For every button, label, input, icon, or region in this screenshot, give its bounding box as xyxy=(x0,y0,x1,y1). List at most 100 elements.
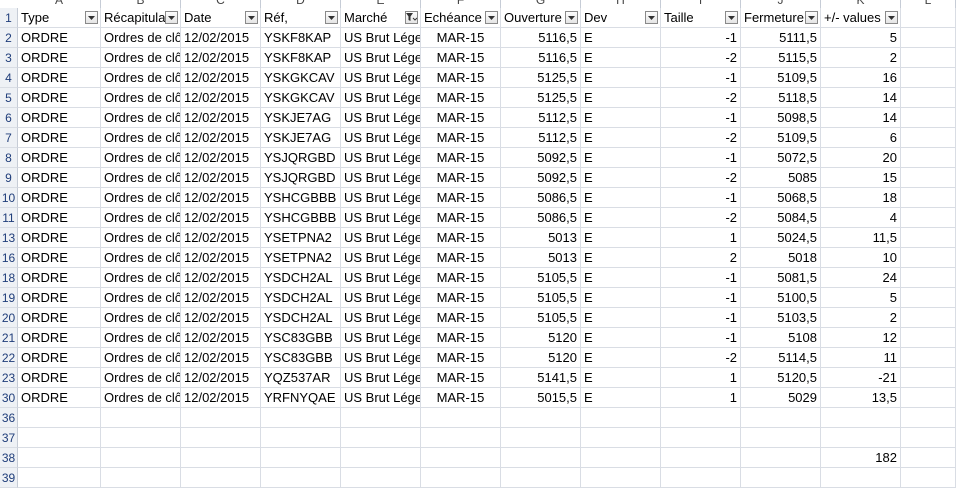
row-number[interactable]: 37 xyxy=(0,428,18,448)
cell-k[interactable]: 18 xyxy=(821,188,901,208)
cell-b[interactable]: Ordres de clôture xyxy=(101,308,181,328)
cell-h[interactable]: E xyxy=(581,248,661,268)
cell-k[interactable]: -21 xyxy=(821,368,901,388)
cell-k[interactable]: 2 xyxy=(821,308,901,328)
row-number[interactable]: 1 xyxy=(0,8,18,28)
cell-d[interactable]: YSDCH2AL xyxy=(261,308,341,328)
cell-l[interactable] xyxy=(901,88,956,108)
cell-h[interactable]: E xyxy=(581,68,661,88)
filter-dropdown-icon[interactable] xyxy=(885,11,898,24)
cell-i[interactable]: -2 xyxy=(661,208,741,228)
cell-h[interactable] xyxy=(581,468,661,488)
cell-a[interactable]: ORDRE xyxy=(18,48,101,68)
cell-a[interactable]: ORDRE xyxy=(18,28,101,48)
filter-dropdown-icon[interactable] xyxy=(325,11,338,24)
cell-d[interactable] xyxy=(261,448,341,468)
cell-e[interactable]: US Brut Léger xyxy=(341,108,421,128)
cell-l[interactable] xyxy=(901,148,956,168)
row-number[interactable]: 2 xyxy=(0,28,18,48)
cell-b[interactable]: Ordres de clôture xyxy=(101,168,181,188)
cell-k[interactable]: 4 xyxy=(821,208,901,228)
cell-h[interactable]: E xyxy=(581,348,661,368)
cell-j[interactable]: 5120,5 xyxy=(741,368,821,388)
header-cell-b[interactable]: Récapitulatif xyxy=(101,8,181,28)
cell-d[interactable]: YSJQRGBD xyxy=(261,148,341,168)
cell-g[interactable] xyxy=(501,428,581,448)
cell-c[interactable]: 12/02/2015 xyxy=(181,348,261,368)
cell-j[interactable]: 5103,5 xyxy=(741,308,821,328)
cell-a[interactable]: ORDRE xyxy=(18,388,101,408)
filter-dropdown-icon[interactable] xyxy=(645,11,658,24)
cell-b[interactable] xyxy=(101,408,181,428)
cell-b[interactable]: Ordres de clôture xyxy=(101,128,181,148)
cell-j[interactable]: 5085 xyxy=(741,168,821,188)
cell-d[interactable]: YSHCGBBB xyxy=(261,208,341,228)
cell-g[interactable]: 5120 xyxy=(501,348,581,368)
cell-g[interactable]: 5112,5 xyxy=(501,108,581,128)
cell-e[interactable]: US Brut Léger xyxy=(341,188,421,208)
header-cell-i[interactable]: Taille xyxy=(661,8,741,28)
row-number[interactable]: 38 xyxy=(0,448,18,468)
cell-a[interactable]: ORDRE xyxy=(18,88,101,108)
cell-h[interactable] xyxy=(581,448,661,468)
cell-f[interactable]: MAR-15 xyxy=(421,308,501,328)
cell-d[interactable]: YSJQRGBD xyxy=(261,168,341,188)
cell-i[interactable] xyxy=(661,408,741,428)
cell-f[interactable]: MAR-15 xyxy=(421,288,501,308)
cell-c[interactable]: 12/02/2015 xyxy=(181,108,261,128)
cell-h[interactable]: E xyxy=(581,48,661,68)
cell-j[interactable]: 5108 xyxy=(741,328,821,348)
row-number[interactable]: 21 xyxy=(0,328,18,348)
cell-g[interactable] xyxy=(501,448,581,468)
cell-l[interactable] xyxy=(901,228,956,248)
cell-l[interactable] xyxy=(901,348,956,368)
cell-f[interactable] xyxy=(421,448,501,468)
cell-a[interactable]: ORDRE xyxy=(18,268,101,288)
cell-e[interactable]: US Brut Léger xyxy=(341,48,421,68)
cell-l[interactable] xyxy=(901,108,956,128)
row-number[interactable]: 6 xyxy=(0,108,18,128)
cell-f[interactable]: MAR-15 xyxy=(421,208,501,228)
cell-d[interactable]: YSDCH2AL xyxy=(261,268,341,288)
cell-d[interactable]: YSKF8KAP xyxy=(261,28,341,48)
cell-b[interactable]: Ordres de clôture xyxy=(101,328,181,348)
cell-e[interactable]: US Brut Léger xyxy=(341,388,421,408)
header-cell-a[interactable]: Type xyxy=(18,8,101,28)
cell-b[interactable]: Ordres de clôture xyxy=(101,108,181,128)
cell-l[interactable] xyxy=(901,128,956,148)
cell-c[interactable] xyxy=(181,468,261,488)
cell-l[interactable] xyxy=(901,408,956,428)
cell-g[interactable]: 5125,5 xyxy=(501,88,581,108)
cell-i[interactable]: -1 xyxy=(661,28,741,48)
cell-j[interactable]: 5115,5 xyxy=(741,48,821,68)
cell-g[interactable]: 5141,5 xyxy=(501,368,581,388)
cell-c[interactable]: 12/02/2015 xyxy=(181,368,261,388)
cell-a[interactable] xyxy=(18,408,101,428)
cell-k[interactable] xyxy=(821,428,901,448)
cell-j[interactable] xyxy=(741,468,821,488)
row-number[interactable]: 30 xyxy=(0,388,18,408)
cell-f[interactable]: MAR-15 xyxy=(421,48,501,68)
cell-l[interactable] xyxy=(901,468,956,488)
cell-i[interactable]: 1 xyxy=(661,368,741,388)
cell-a[interactable] xyxy=(18,468,101,488)
cell-j[interactable]: 5111,5 xyxy=(741,28,821,48)
cell-f[interactable]: MAR-15 xyxy=(421,268,501,288)
cell-e[interactable]: US Brut Léger xyxy=(341,68,421,88)
cell-k[interactable]: 5 xyxy=(821,28,901,48)
cell-d[interactable] xyxy=(261,428,341,448)
filter-dropdown-icon[interactable] xyxy=(245,11,258,24)
cell-l[interactable] xyxy=(901,368,956,388)
cell-f[interactable]: MAR-15 xyxy=(421,88,501,108)
cell-h[interactable]: E xyxy=(581,288,661,308)
cell-f[interactable] xyxy=(421,428,501,448)
cell-e[interactable]: US Brut Léger xyxy=(341,88,421,108)
cell-l[interactable] xyxy=(901,48,956,68)
filter-dropdown-icon[interactable] xyxy=(805,11,818,24)
row-number[interactable]: 3 xyxy=(0,48,18,68)
cell-e[interactable] xyxy=(341,408,421,428)
cell-l[interactable] xyxy=(901,428,956,448)
cell-h[interactable]: E xyxy=(581,388,661,408)
cell-c[interactable]: 12/02/2015 xyxy=(181,248,261,268)
cell-d[interactable]: YSHCGBBB xyxy=(261,188,341,208)
